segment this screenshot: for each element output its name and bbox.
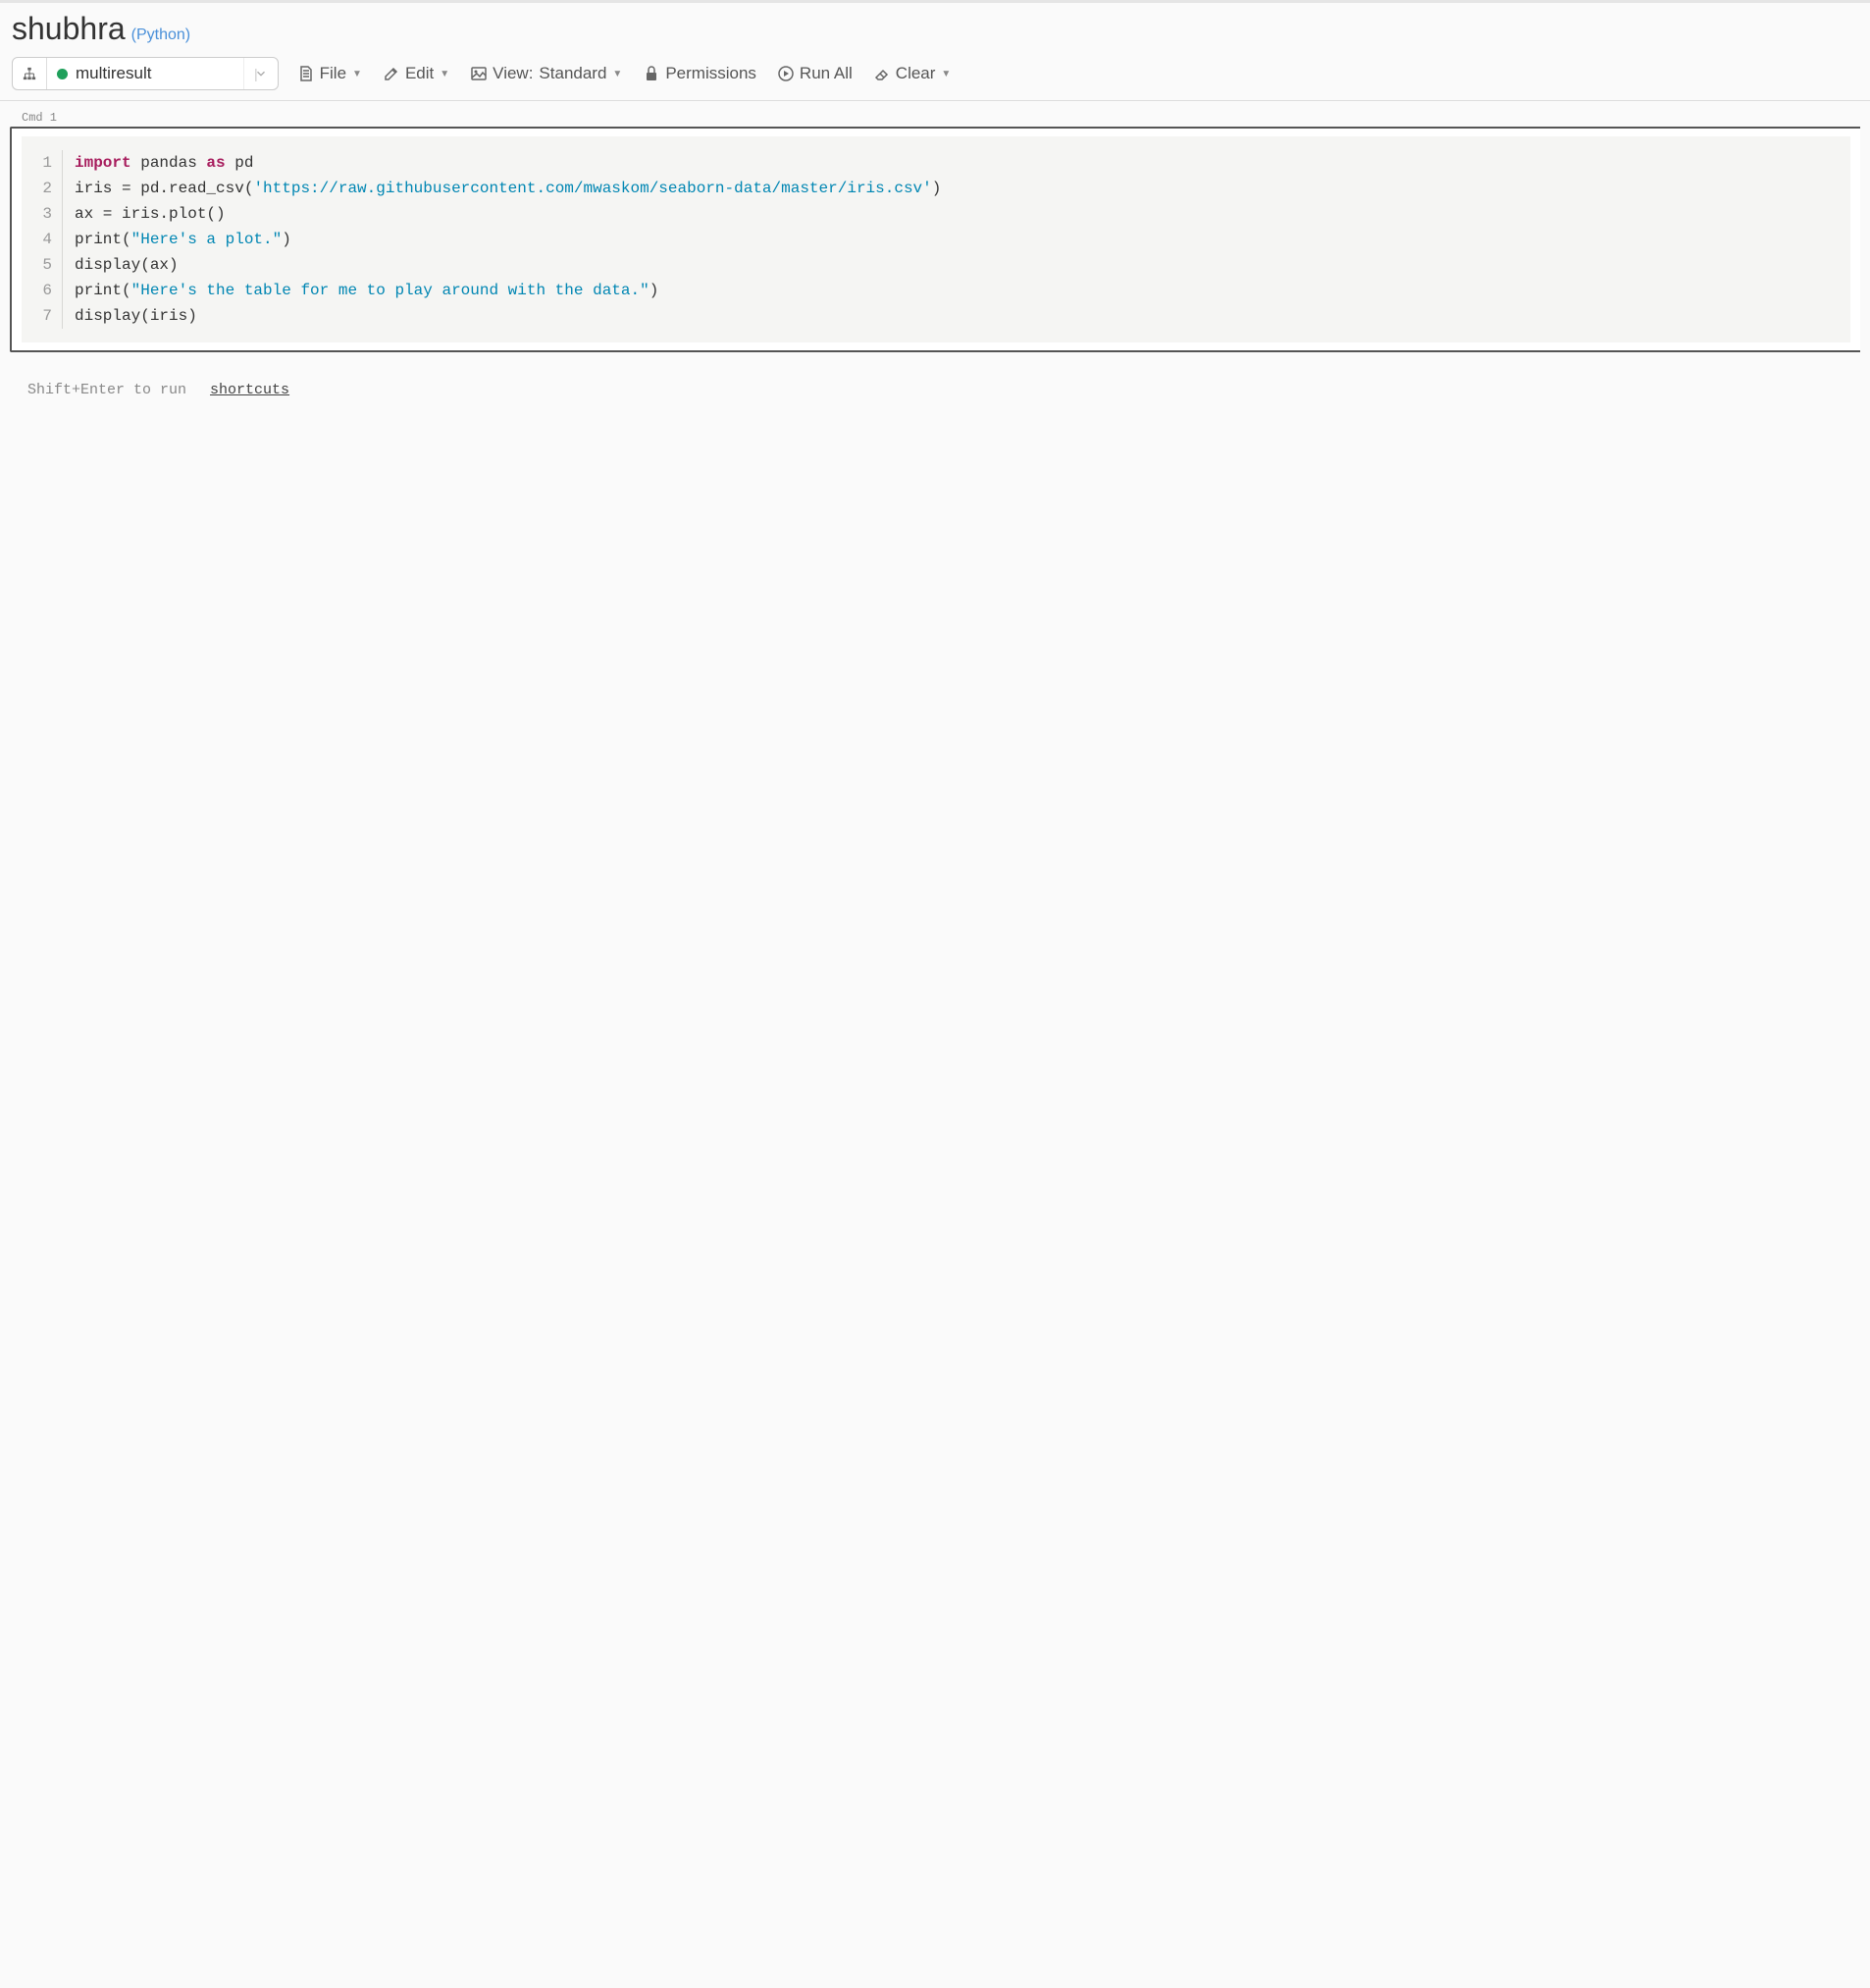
notebook-header: shubhra (Python)	[0, 3, 1870, 53]
file-label: File	[320, 64, 346, 83]
status-dot-icon	[57, 69, 68, 79]
cell-label: Cmd 1	[10, 109, 1860, 127]
clear-menu[interactable]: Clear ▼	[872, 60, 954, 87]
code-area[interactable]: 1 2 3 4 5 6 7 import pandas as pd iris =…	[22, 136, 1850, 342]
code-line: iris = pd.read_csv('https://raw.githubus…	[75, 176, 941, 201]
lock-icon	[644, 66, 659, 81]
language-label[interactable]: (Python)	[131, 26, 190, 44]
image-icon	[471, 66, 487, 81]
code-line: import pandas as pd	[75, 150, 941, 176]
cell-container: Cmd 1 1 2 3 4 5 6 7 import pandas as pd …	[10, 109, 1860, 352]
tree-icon	[23, 67, 36, 80]
caret-down-icon: ▼	[612, 69, 622, 79]
view-menu[interactable]: View: Standard ▼	[469, 60, 624, 87]
code-line: print("Here's the table for me to play a…	[75, 278, 941, 303]
line-number: 5	[22, 252, 52, 278]
edit-menu[interactable]: Edit ▼	[382, 60, 451, 87]
toolbar: multiresult | File ▼ Edit ▼	[0, 53, 1870, 101]
cluster-dropdown-button[interactable]: |	[243, 58, 278, 89]
view-mode: Standard	[539, 64, 606, 83]
run-all-button[interactable]: Run All	[776, 60, 855, 87]
edit-label: Edit	[405, 64, 434, 83]
view-prefix: View:	[493, 64, 533, 83]
code-content[interactable]: import pandas as pd iris = pd.read_csv('…	[63, 150, 953, 329]
edit-icon	[384, 66, 399, 81]
cluster-display[interactable]: multiresult	[47, 64, 243, 83]
eraser-icon	[874, 66, 890, 81]
caret-down-icon: ▼	[440, 69, 449, 79]
line-number: 4	[22, 227, 52, 252]
run-hint: Shift+Enter to run	[27, 382, 186, 398]
permissions-button[interactable]: Permissions	[642, 60, 758, 87]
cluster-selector: multiresult |	[12, 57, 279, 90]
play-circle-icon	[778, 66, 794, 81]
cluster-name: multiresult	[76, 64, 151, 83]
run-all-label: Run All	[800, 64, 853, 83]
clear-label: Clear	[896, 64, 936, 83]
permissions-label: Permissions	[665, 64, 756, 83]
line-number: 2	[22, 176, 52, 201]
caret-down-icon: ▼	[941, 69, 951, 79]
caret-down-icon: ▼	[352, 69, 362, 79]
line-number: 3	[22, 201, 52, 227]
code-line: display(iris)	[75, 303, 941, 329]
footer-hint: Shift+Enter to run shortcuts	[0, 352, 1870, 398]
chevron-down-icon	[254, 67, 268, 80]
code-line: print("Here's a plot.")	[75, 227, 941, 252]
notebook-title[interactable]: shubhra	[12, 11, 126, 47]
line-number-gutter: 1 2 3 4 5 6 7	[22, 150, 63, 329]
file-menu[interactable]: File ▼	[296, 60, 364, 87]
line-number: 1	[22, 150, 52, 176]
line-number: 7	[22, 303, 52, 329]
code-cell[interactable]: 1 2 3 4 5 6 7 import pandas as pd iris =…	[10, 127, 1860, 352]
code-line: ax = iris.plot()	[75, 201, 941, 227]
line-number: 6	[22, 278, 52, 303]
shortcuts-link[interactable]: shortcuts	[210, 382, 289, 398]
cluster-tree-button[interactable]	[13, 58, 47, 89]
file-icon	[298, 66, 314, 81]
code-line: display(ax)	[75, 252, 941, 278]
